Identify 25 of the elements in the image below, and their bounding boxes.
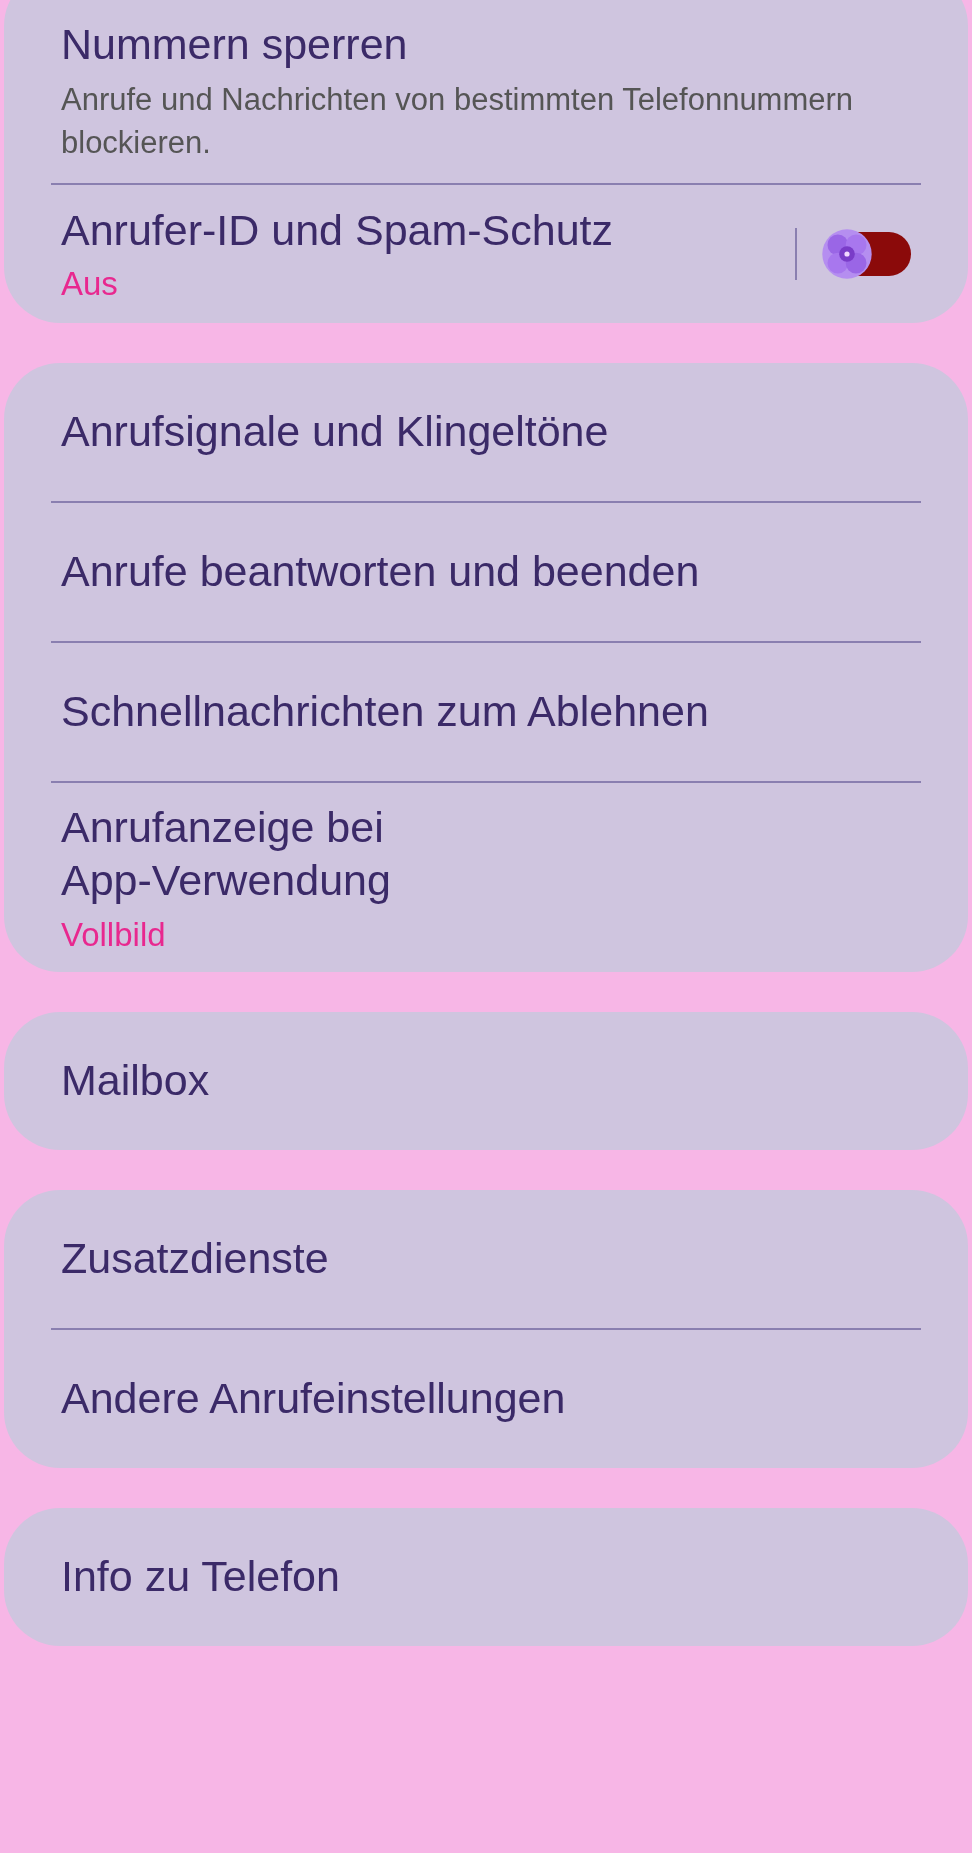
- settings-item[interactable]: Anrufsignale und Klingeltöne: [51, 362, 921, 501]
- settings-item[interactable]: Andere Anrufeinstellungen: [51, 1330, 921, 1469]
- settings-item[interactable]: Anrufe beantworten und beenden: [51, 502, 921, 641]
- item-title: Andere Anrufeinstellungen: [61, 1373, 567, 1425]
- item-title: Schnellnachrichten zum Ablehnen: [61, 685, 710, 737]
- item-title: Zusatzdienste: [61, 1233, 330, 1285]
- item-title: Anrufsignale und Klingeltöne: [61, 405, 610, 457]
- settings-item[interactable]: Schnellnachrichten zum Ablehnen: [51, 642, 921, 781]
- item-description: Anrufe und Nachrichten von bestimmten Telefonnummern blockieren.: [61, 80, 855, 163]
- item-status: Aus: [61, 265, 119, 304]
- settings-item[interactable]: Zusatzdienste: [51, 1190, 921, 1329]
- settings-item[interactable]: Mailbox: [51, 1012, 921, 1151]
- item-title: Anrufer-ID und Spam-Schutz: [61, 204, 615, 256]
- item-title: Info zu Telefon: [61, 1551, 341, 1603]
- item-title: Anrufanzeige bei App-Verwendung: [61, 801, 392, 907]
- settings-item[interactable]: Anrufanzeige bei App-Verwendung Vollbild: [51, 782, 921, 973]
- item-title: Anrufe beantworten und beenden: [61, 545, 701, 597]
- settings-item[interactable]: Info zu Telefon: [51, 1508, 921, 1647]
- toggle-switch[interactable]: [825, 231, 911, 276]
- item-title: Nummern sperren: [61, 19, 409, 70]
- settings-item[interactable]: Anrufer-ID und Spam-Schutz Aus: [51, 184, 921, 323]
- settings-item[interactable]: Nummern sperren Anrufe und Nachrichten von bestimmten Telefonnummern blockieren.: [51, 0, 921, 183]
- item-title: Mailbox: [61, 1055, 211, 1107]
- flower-icon: [821, 227, 873, 280]
- item-status: Vollbild: [61, 916, 167, 955]
